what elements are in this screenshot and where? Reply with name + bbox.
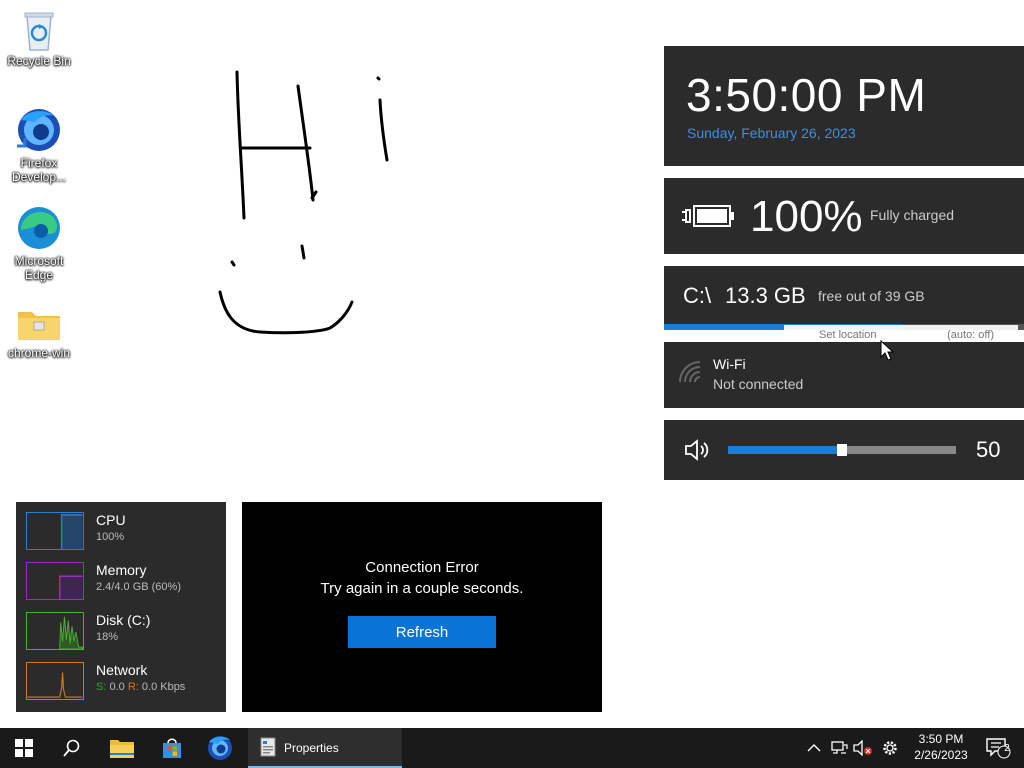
disk-total: free out of 39 GB [818, 288, 925, 304]
firefox-developer-icon [208, 736, 232, 760]
taskbar-time: 3:50 PM [918, 732, 964, 746]
desktop-icon-label: Microsoft Edge [14, 254, 64, 282]
refresh-button[interactable]: Refresh [348, 616, 496, 648]
resource-cpu: CPU 100% [26, 512, 226, 552]
network-send-label: S: [96, 681, 107, 693]
taskbar-clock[interactable]: 3:50 PM 2/26/2023 [910, 731, 972, 763]
clock-panel: 3:50:00 PM Sunday, February 26, 2023 [664, 46, 1024, 166]
start-button[interactable] [0, 728, 48, 768]
network-tray-button[interactable] [828, 728, 850, 768]
volume-slider[interactable] [728, 444, 956, 456]
resource-value: 100% [96, 531, 125, 543]
network-receive-value: 0.0 Kbps [141, 681, 186, 693]
resource-value: 18% [96, 631, 119, 643]
wifi-icon [679, 361, 701, 383]
resource-monitor-panel: CPU 100% Memory 2.4/4.0 GB (60%) Disk (C… [16, 502, 226, 712]
memory-graph [26, 562, 84, 600]
clock-date: Sunday, February 26, 2023 [687, 125, 856, 141]
clock-time: 3:50:00 PM [686, 69, 927, 121]
speaker-icon [685, 439, 709, 461]
disk-graph [26, 612, 84, 650]
hand-drawing [218, 70, 389, 335]
recycle-bin-icon [24, 12, 54, 51]
network-rates: S: 0.0 R: 0.0 Kbps [96, 681, 185, 693]
battery-panel: 100% Fully charged [664, 178, 1024, 254]
store-icon [163, 738, 181, 758]
mouse-cursor-icon [880, 340, 894, 361]
error-message: Try again in a couple seconds. [320, 580, 524, 597]
desktop-icon-chrome-win[interactable]: chrome-win [2, 304, 76, 360]
network-graph [26, 662, 84, 700]
desktop-icon-firefox-developer[interactable]: Firefox Develop... [2, 106, 76, 184]
taskbar-properties-window[interactable]: Properties [248, 728, 402, 768]
taskbar-date: 2/26/2023 [914, 748, 968, 762]
desktop-icon-label: Firefox Develop... [11, 156, 67, 184]
resource-name: Memory [96, 562, 147, 578]
resource-value: 2.4/4.0 GB (60%) [96, 581, 181, 593]
speaker-muted-icon [853, 740, 872, 756]
resource-name: Network [96, 662, 148, 678]
windows-logo-icon [15, 739, 33, 757]
desktop-icon-label: Recycle Bin [7, 54, 71, 68]
battery-percent: 100% [750, 192, 863, 241]
taskbar-microsoft-store[interactable] [148, 728, 196, 768]
settings-tray-button[interactable] [878, 728, 902, 768]
firefox-developer-icon [17, 109, 60, 151]
disk-free-space: 13.3 GB [725, 283, 806, 308]
desktop-icon-label: chrome-win [7, 346, 70, 360]
tooltip-auto-status: (auto: off) [947, 329, 994, 341]
taskbar: Properties 3:50 PM 2/26/2023 2 [0, 728, 1024, 768]
file-explorer-icon [110, 740, 134, 758]
error-title: Connection Error [365, 559, 479, 576]
network-disconnected-icon [831, 741, 848, 754]
volume-value: 50 [976, 437, 1001, 462]
desktop-icon-microsoft-edge[interactable]: Microsoft Edge [2, 204, 76, 282]
action-center-button[interactable]: 2 [978, 728, 1018, 768]
search-button[interactable] [48, 728, 96, 768]
network-receive-label: R: [127, 681, 139, 693]
taskbar-firefox-developer[interactable] [196, 728, 244, 768]
desktop-icon-recycle-bin[interactable]: Recycle Bin [2, 8, 76, 68]
cpu-graph [26, 512, 84, 550]
volume-slider-thumb[interactable] [837, 444, 847, 456]
resource-disk: Disk (C:) 18% [26, 612, 226, 652]
wifi-status: Not connected [713, 376, 804, 392]
connection-error-panel: Connection Error Try again in a couple s… [242, 502, 602, 712]
notification-count: 2 [1004, 743, 1010, 754]
resource-memory: Memory 2.4/4.0 GB (60%) [26, 562, 226, 602]
properties-window-icon [260, 737, 276, 757]
volume-tray-button[interactable] [852, 728, 874, 768]
battery-plugged-icon [682, 205, 734, 227]
edge-icon [18, 207, 60, 249]
wifi-name: Wi-Fi [713, 356, 746, 372]
tooltip-set-location: Set location [819, 329, 877, 341]
gear-icon [883, 741, 897, 755]
folder-icon [18, 312, 60, 340]
volume-slider-fill [728, 446, 842, 454]
wifi-panel[interactable]: Wi-Fi Not connected [664, 342, 1024, 408]
resource-name: CPU [96, 512, 126, 528]
network-send-value: 0.0 [109, 681, 125, 693]
battery-status: Fully charged [870, 207, 955, 223]
disk-drive-letter: C:\ [683, 283, 712, 308]
show-hidden-icons-button[interactable] [804, 728, 824, 768]
search-icon [63, 739, 80, 757]
taskbar-file-explorer[interactable] [98, 728, 146, 768]
resource-network: Network S: 0.0 R: 0.0 Kbps [26, 662, 226, 702]
properties-window-label: Properties [284, 741, 339, 755]
resource-name: Disk (C:) [96, 612, 151, 628]
disk-panel[interactable]: C:\ 13.3 GB free out of 39 GB [664, 266, 1024, 330]
volume-panel: 50 [664, 420, 1024, 480]
chevron-up-icon [807, 744, 821, 752]
